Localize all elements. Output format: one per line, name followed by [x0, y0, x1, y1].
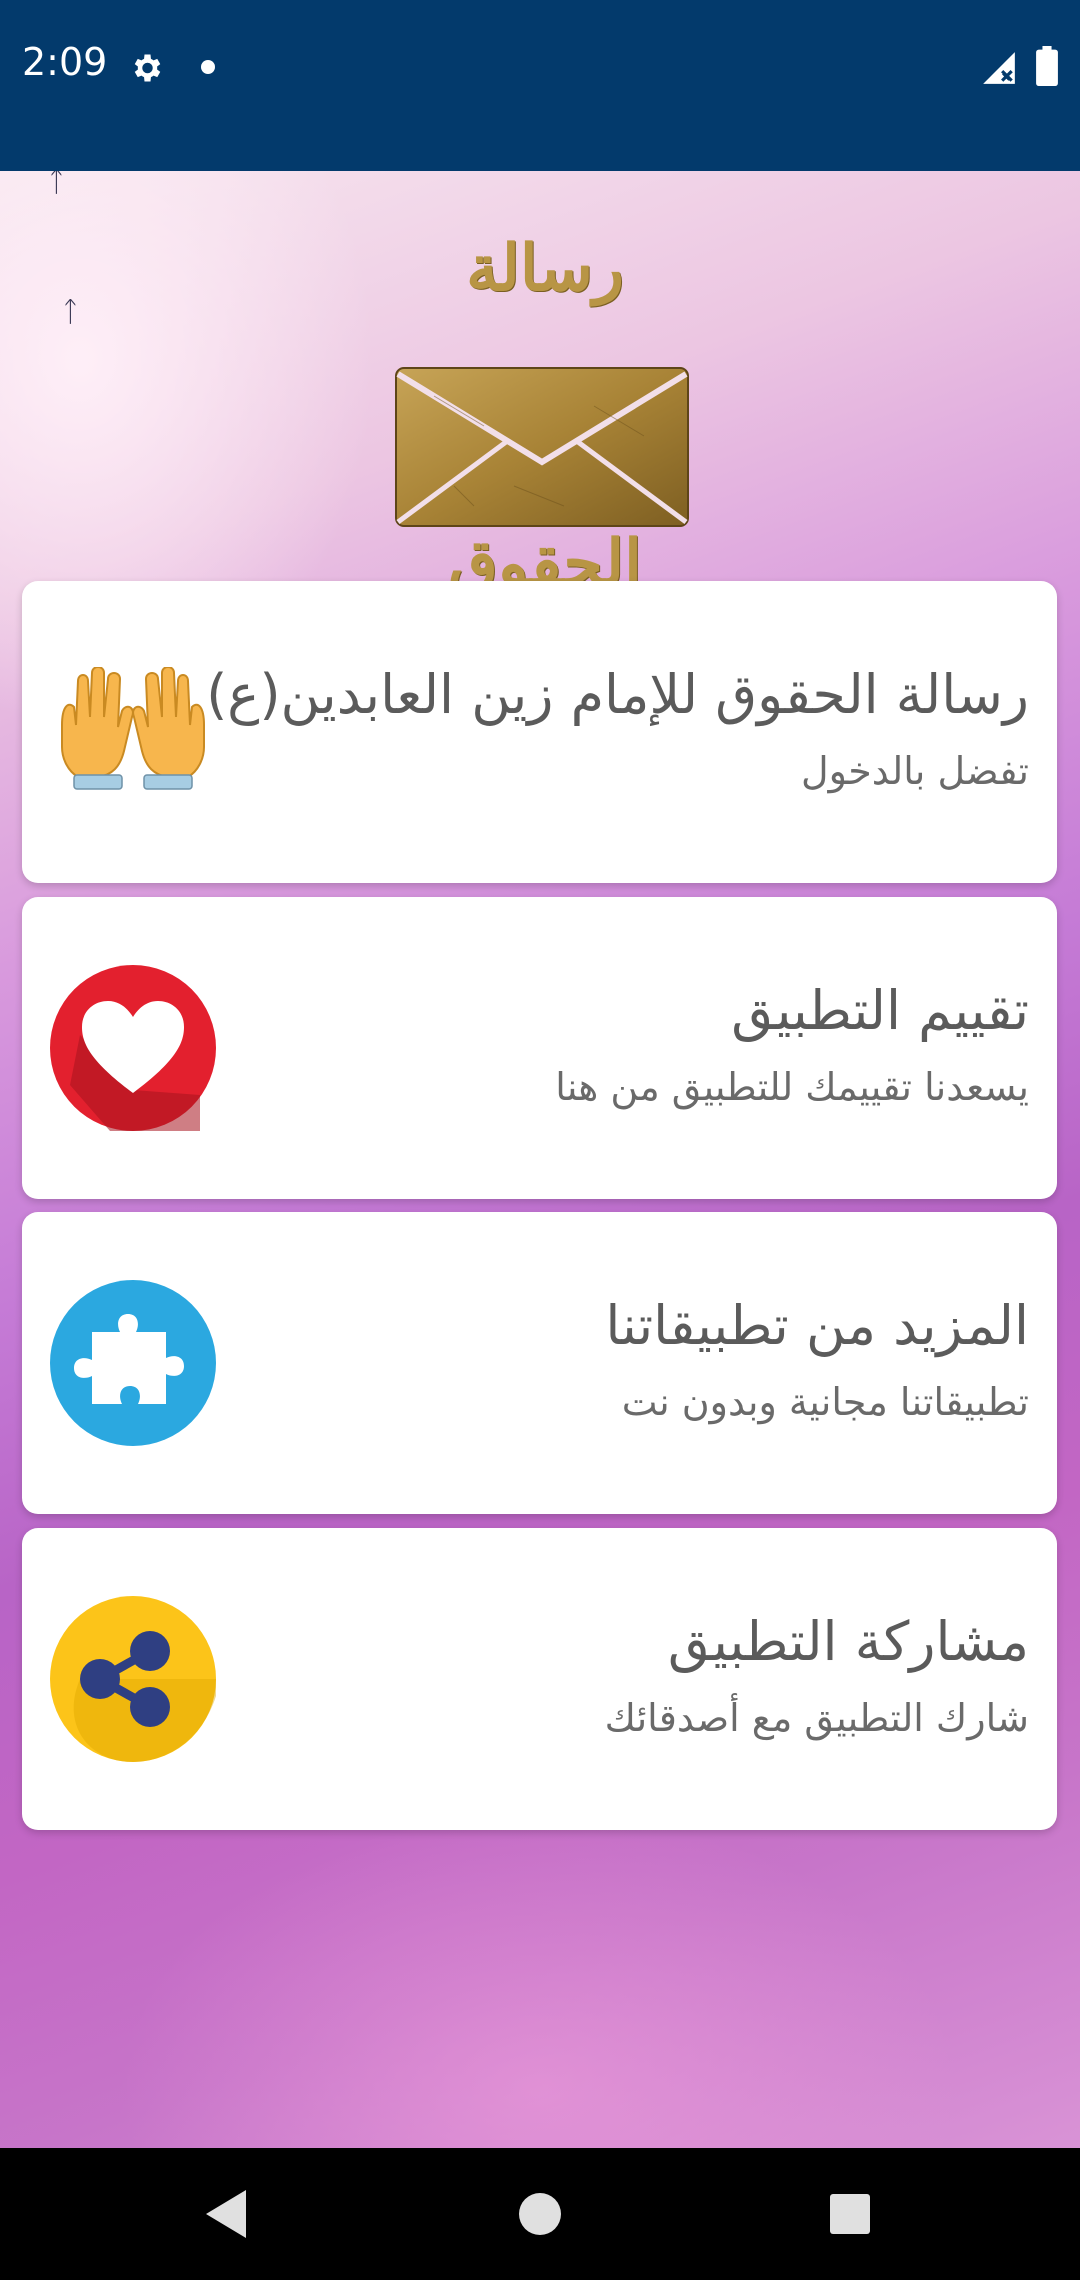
- back-icon[interactable]: [188, 2176, 264, 2252]
- menu-item-subtitle: شارك التطبيق مع أصدقائك: [604, 1696, 1029, 1740]
- menu-item-share-app[interactable]: مشاركة التطبيق شارك التطبيق مع أصدقائك: [22, 1528, 1057, 1830]
- recents-icon[interactable]: [812, 2176, 888, 2252]
- navigation-bar: [0, 2148, 1080, 2280]
- gear-icon: [134, 54, 161, 82]
- bird-decoration: ᛏ: [62, 295, 79, 328]
- share-icon: [50, 1596, 216, 1762]
- bird-decoration: ᛏ: [48, 171, 65, 198]
- battery-icon: [1036, 46, 1058, 86]
- logo-top-text: رسالة: [466, 231, 624, 306]
- menu-item-subtitle: تطبيقاتنا مجانية وبدون نت: [621, 1380, 1029, 1424]
- signal-icon: [983, 52, 1015, 84]
- app-screen: 2:09 ᛏ ᛏ رسالة الحقوق رسالة الحقوق للإما…: [0, 0, 1080, 2280]
- praying-hands-icon: [61, 667, 205, 790]
- menu-item-title: تقييم التطبيق: [731, 979, 1029, 1042]
- heart-icon: [50, 965, 216, 1131]
- menu-item-more-apps[interactable]: المزيد من تطبيقاتنا تطبيقاتنا مجانية وبد…: [22, 1212, 1057, 1514]
- menu-item-subtitle: تفضل بالدخول: [800, 749, 1029, 793]
- main-background: ᛏ ᛏ رسالة الحقوق رسالة الحقوق للإمام زين…: [0, 171, 1080, 2148]
- menu-item-title: رسالة الحقوق للإمام زين العابدين(ع): [206, 663, 1029, 726]
- puzzle-icon: [50, 1280, 216, 1446]
- menu-item-title: المزيد من تطبيقاتنا: [605, 1294, 1029, 1357]
- home-icon[interactable]: [502, 2176, 578, 2252]
- menu-item-risalat-al-huquq[interactable]: رسالة الحقوق للإمام زين العابدين(ع) تفضل…: [22, 581, 1057, 883]
- status-bar: 2:09: [0, 0, 1080, 171]
- menu-item-subtitle: يسعدنا تقييمك للتطبيق من هنا: [555, 1065, 1029, 1109]
- menu-item-rate-app[interactable]: تقييم التطبيق يسعدنا تقييمك للتطبيق من ه…: [22, 897, 1057, 1199]
- menu-item-title: مشاركة التطبيق: [667, 1610, 1029, 1673]
- notification-dot-icon: [201, 60, 215, 74]
- app-logo: رسالة الحقوق: [360, 231, 730, 601]
- envelope-icon: [395, 367, 689, 527]
- status-time: 2:09: [22, 40, 108, 84]
